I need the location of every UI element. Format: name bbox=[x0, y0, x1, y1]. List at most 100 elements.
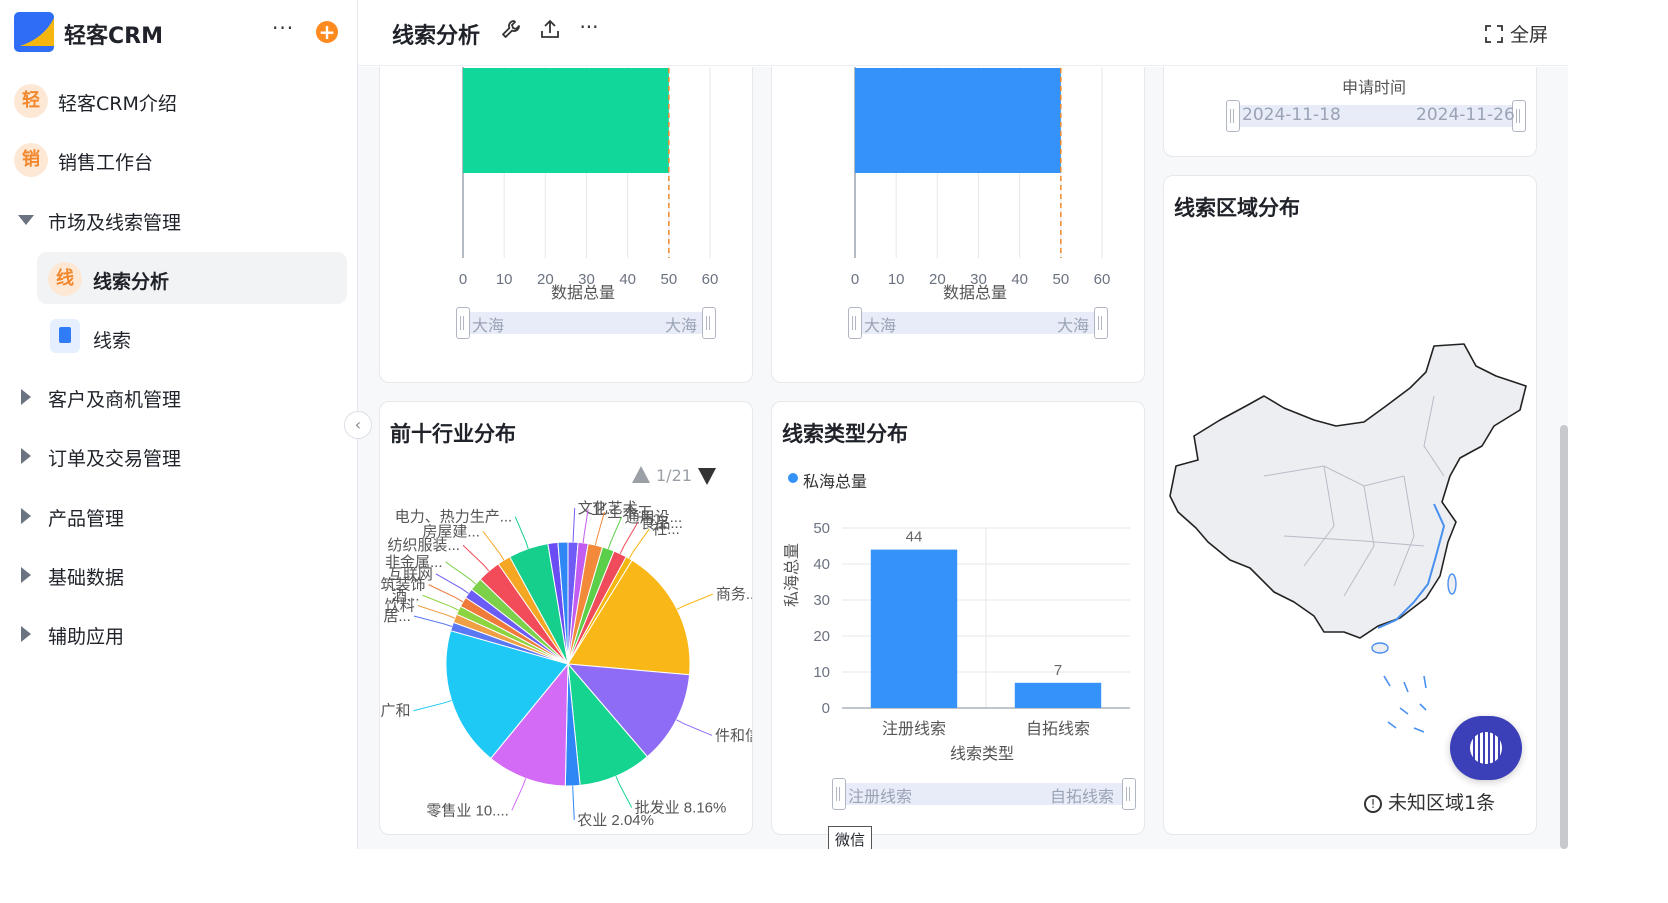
sidebar-item-leads[interactable]: 线索 bbox=[0, 313, 358, 365]
caret-right-icon bbox=[21, 567, 31, 583]
fullscreen-label: 全屏 bbox=[1509, 24, 1548, 46]
pie-label: 科技推广和 bbox=[380, 703, 410, 720]
taiwan-island bbox=[1447, 573, 1457, 595]
y-tick-label: 10 bbox=[813, 664, 830, 681]
app-logo-icon bbox=[14, 12, 54, 52]
slider-end-label: 大海 bbox=[665, 316, 698, 335]
zoom-slider-start-handle[interactable] bbox=[456, 307, 470, 339]
tooltip: 微信 bbox=[828, 826, 873, 849]
x-tick-label: 自拓线索 bbox=[1026, 720, 1090, 738]
caret-right-icon bbox=[21, 389, 31, 405]
sidebar-group-orders[interactable]: 订单及交易管理 bbox=[0, 431, 358, 483]
fullscreen-icon bbox=[1485, 25, 1503, 43]
pie-label-line bbox=[413, 615, 453, 627]
sidebar-item-label: 订单及交易管理 bbox=[48, 448, 182, 470]
y-tick-label: 30 bbox=[813, 592, 830, 609]
lead-count-card-1: 0 10 20 30 40 50 60 数据总量 大海 大海 bbox=[379, 67, 753, 383]
zoom-slider-end-handle[interactable] bbox=[702, 307, 716, 339]
sidebar-group-products[interactable]: 产品管理 bbox=[0, 491, 358, 543]
logo-row: 轻客CRM ··· + bbox=[14, 10, 344, 54]
header-more-icon[interactable]: ··· bbox=[576, 14, 602, 40]
pie-label-line bbox=[628, 528, 650, 559]
pie-label-line bbox=[417, 605, 456, 619]
x-tick-label: 0 bbox=[459, 271, 467, 288]
fullscreen-button[interactable]: 全屏 bbox=[1484, 20, 1548, 47]
bar-value-label: 44 bbox=[906, 529, 923, 546]
time-axis-label: 申请时间 bbox=[1342, 78, 1407, 97]
bar bbox=[855, 68, 1061, 173]
lead-count-card-2: 0 10 20 30 40 50 60 数据总量 大海 大海 bbox=[771, 67, 1145, 383]
slider-end-label: 自拓线索 bbox=[1050, 787, 1115, 806]
page-header: 线索分析 ··· 全屏 bbox=[358, 0, 1568, 66]
pie-label-line bbox=[572, 785, 575, 820]
x-tick-label: 注册线索 bbox=[882, 720, 946, 738]
bar-value-label: 7 bbox=[1054, 662, 1062, 679]
sidebar-item-label: 客户及商机管理 bbox=[48, 389, 182, 411]
pie-label-line bbox=[615, 775, 633, 808]
x-axis-label: 数据总量 bbox=[551, 283, 616, 302]
sidebar-item-sales-workbench[interactable]: 销 销售工作台 bbox=[0, 135, 358, 187]
pie-label-line bbox=[676, 719, 713, 736]
x-tick-label: 10 bbox=[888, 271, 905, 288]
zoom-slider-start-handle[interactable] bbox=[848, 307, 862, 339]
pie-label-line bbox=[511, 778, 527, 811]
caret-down-icon bbox=[18, 215, 34, 225]
zoom-slider-start-handle[interactable] bbox=[832, 778, 846, 810]
caret-right-icon bbox=[21, 626, 31, 642]
wrench-icon[interactable] bbox=[498, 18, 524, 44]
sidebar-item-lead-analysis[interactable]: 线 线索分析 bbox=[0, 254, 358, 306]
zoom-slider-end-handle[interactable] bbox=[1094, 307, 1108, 339]
caret-right-icon bbox=[21, 508, 31, 524]
sidebar-item-label: 产品管理 bbox=[48, 508, 125, 530]
sidebar-item-label: 销售工作台 bbox=[58, 152, 154, 174]
sidebar-group-aux-apps[interactable]: 辅助应用 bbox=[0, 609, 358, 661]
sidebar-item-label: 线索 bbox=[93, 330, 132, 352]
pie-label: 社... bbox=[652, 521, 680, 538]
pie-label: 农业 2.04% bbox=[577, 812, 654, 829]
sidebar: 轻客CRM ··· + 轻 轻客CRM介绍 销 销售工作台 市场及线索管理 线 … bbox=[0, 0, 358, 849]
china-map-shape[interactable] bbox=[1169, 343, 1527, 639]
bar bbox=[463, 68, 669, 173]
pie-label-line bbox=[462, 544, 490, 572]
date-slider-start-handle[interactable] bbox=[1226, 100, 1240, 132]
apply-time-card: 申请时间 2024-11-18 2024-11-26 bbox=[1163, 67, 1537, 157]
sidebar-item-crm-intro[interactable]: 轻 轻客CRM介绍 bbox=[0, 76, 358, 128]
x-axis-label: 数据总量 bbox=[943, 283, 1008, 302]
x-tick-label: 60 bbox=[702, 271, 719, 288]
china-map-svg[interactable] bbox=[1164, 336, 1537, 736]
zoom-slider-end-handle[interactable] bbox=[1122, 778, 1136, 810]
assistant-fab-button[interactable] bbox=[1450, 716, 1522, 780]
badge-icon: 线 bbox=[48, 262, 82, 296]
pie-chart-svg: 文化艺术...卫...土木工...通用设...食品...社...商务...件和信… bbox=[380, 500, 753, 829]
sidebar-group-market-leads[interactable]: 市场及线索管理 bbox=[0, 195, 358, 247]
slider-start-label: 注册线索 bbox=[848, 787, 913, 806]
bar-chart-svg: 0 10 20 30 40 50 44 注册线索 7 自拓线索 bbox=[813, 520, 1130, 738]
x-tick-label: 50 bbox=[1052, 271, 1069, 288]
pie-label-line bbox=[514, 516, 529, 549]
sidebar-item-label: 轻客CRM介绍 bbox=[58, 93, 177, 115]
pie-label-line bbox=[413, 700, 452, 712]
sidebar-group-base-data[interactable]: 基础数据 bbox=[0, 550, 358, 602]
x-tick-label: 50 bbox=[660, 271, 677, 288]
page-title: 线索分析 bbox=[392, 24, 481, 49]
sidebar-collapse-button[interactable]: ‹ bbox=[344, 411, 372, 439]
page-scrollbar[interactable] bbox=[1560, 425, 1568, 849]
badge-icon: 销 bbox=[14, 143, 48, 177]
share-icon[interactable] bbox=[537, 18, 563, 44]
info-icon: ! bbox=[1364, 795, 1382, 813]
card-title: 线索区域分布 bbox=[1174, 196, 1300, 220]
sidebar-group-customers[interactable]: 客户及商机管理 bbox=[0, 372, 358, 424]
slider-start-label: 大海 bbox=[864, 316, 897, 335]
app-title: 轻客CRM bbox=[64, 24, 163, 49]
pie-label: 商务... bbox=[716, 586, 753, 603]
dashboard-content: 0 10 20 30 40 50 60 数据总量 大海 大海 0 10 20 30 40 50 60 数… bbox=[358, 67, 1568, 849]
pie-label-line bbox=[572, 508, 576, 543]
x-tick-label: 10 bbox=[496, 271, 513, 288]
sidebar-item-label: 市场及线索管理 bbox=[48, 212, 182, 234]
south-sea-islands bbox=[1383, 675, 1427, 733]
pie-label-line bbox=[445, 561, 477, 585]
add-icon[interactable]: + bbox=[316, 21, 338, 43]
x-axis-label: 线索类型 bbox=[950, 744, 1015, 763]
sidebar-more-icon[interactable]: ··· bbox=[272, 16, 294, 40]
wrench-svg bbox=[502, 20, 520, 38]
